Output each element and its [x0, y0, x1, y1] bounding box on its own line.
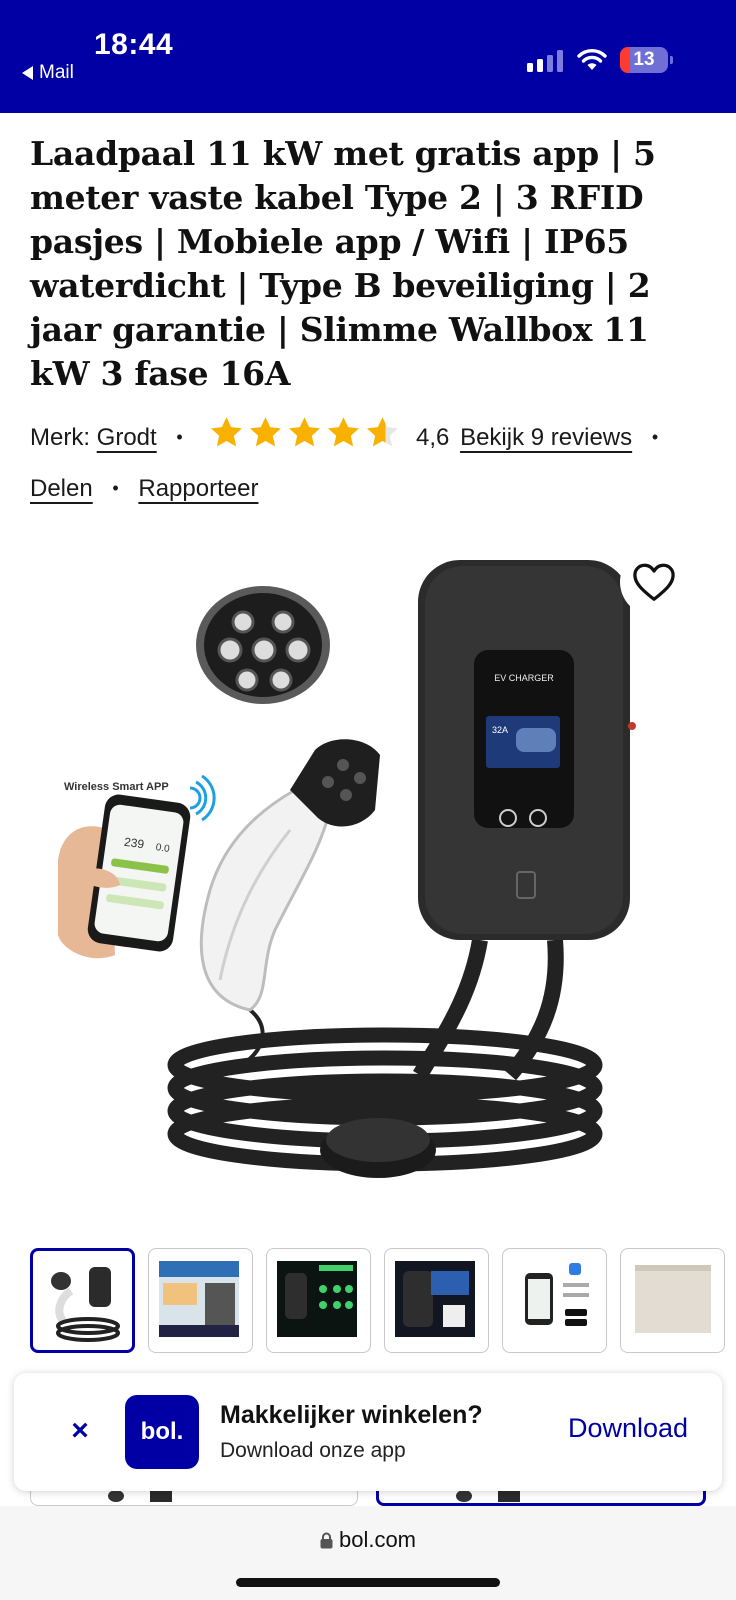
star-icon — [250, 417, 282, 447]
smart-app-phone: Wireless Smart APP 239 0.0 — [58, 774, 216, 959]
browser-address-bar: bol.com — [0, 1506, 736, 1600]
thumbnail-5[interactable] — [502, 1248, 607, 1353]
thumbnail-2[interactable] — [148, 1248, 253, 1353]
share-link[interactable]: Delen — [30, 475, 93, 502]
phone-value-2: 0.0 — [155, 842, 171, 855]
battery-icon: 13 — [620, 47, 673, 73]
thumbnail-3[interactable] — [266, 1248, 371, 1353]
report-link[interactable]: Rapporteer — [138, 475, 258, 502]
socket-face — [196, 586, 330, 704]
lock-icon — [320, 1532, 333, 1549]
download-button[interactable]: Download — [568, 1413, 688, 1444]
star-icon — [328, 417, 360, 447]
thumbnail-strip — [30, 1248, 736, 1356]
thumbnail-1[interactable] — [30, 1248, 135, 1353]
star-half-icon — [367, 417, 399, 447]
url-field[interactable]: bol.com — [0, 1527, 736, 1553]
wifi-icon — [577, 49, 607, 70]
banner-subtitle: Download onze app — [220, 1439, 406, 1462]
app-download-banner: × bol. Makkelijker winkelen? Download on… — [14, 1373, 722, 1491]
star-icon — [211, 417, 243, 447]
favorite-button[interactable] — [620, 548, 688, 616]
banner-title: Makkelijker winkelen? — [220, 1401, 483, 1429]
back-label: Mail — [39, 62, 74, 83]
close-icon[interactable]: × — [60, 1411, 100, 1451]
app-label: Wireless Smart APP — [64, 781, 169, 793]
amp-label: 32A — [492, 725, 508, 735]
product-meta: Merk: Grodt • 4,6 Bekijk 9 reviews • Del… — [30, 412, 720, 514]
thumbnail-6[interactable] — [620, 1248, 725, 1353]
heart-icon — [633, 563, 675, 601]
phone-value-1: 239 — [123, 835, 145, 852]
screen-label: EV CHARGER — [494, 673, 554, 683]
charging-plug — [199, 739, 380, 1012]
signal-icon — [527, 50, 563, 72]
brand-label: Merk: — [30, 424, 90, 451]
rating-stars[interactable] — [208, 415, 401, 451]
status-bar: 18:44 Mail 13 — [0, 0, 736, 113]
back-to-mail[interactable]: Mail — [22, 62, 74, 84]
wallbox: EV CHARGER 32A — [418, 560, 636, 940]
thumbnail-4[interactable] — [384, 1248, 489, 1353]
status-time: 18:44 — [94, 28, 174, 61]
back-arrow-icon — [22, 66, 33, 80]
rating-value: 4,6 — [416, 424, 450, 451]
brand-link[interactable]: Grodt — [97, 424, 157, 451]
home-indicator[interactable] — [236, 1578, 500, 1587]
url-text: bol.com — [338, 1527, 417, 1552]
star-icon — [289, 417, 321, 447]
battery-level: 13 — [633, 49, 655, 70]
product-image[interactable]: EV CHARGER 32A Wireless Smart APP 239 0.… — [0, 520, 736, 1210]
bol-logo: bol. — [125, 1395, 199, 1469]
cable-cap — [320, 1118, 436, 1178]
reviews-link[interactable]: Bekijk 9 reviews — [460, 424, 632, 451]
product-title: Laadpaal 11 kW met gratis app | 5 meter … — [30, 134, 656, 393]
